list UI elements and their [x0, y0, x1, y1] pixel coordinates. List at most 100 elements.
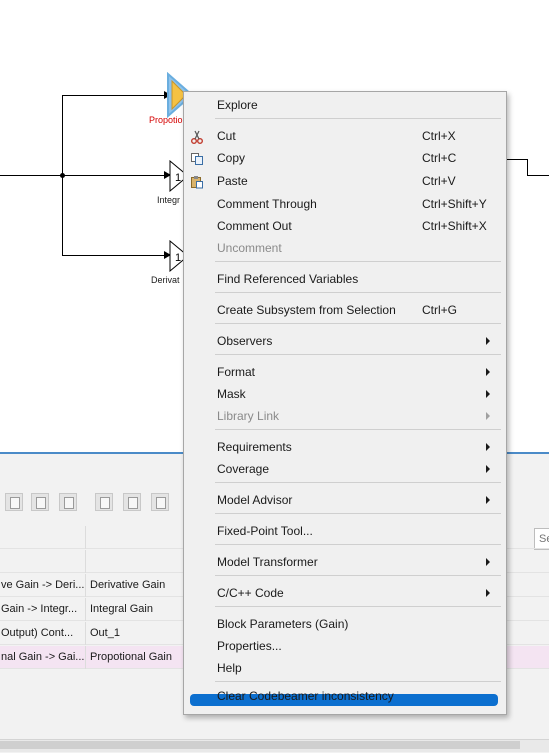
menu-item-label: Comment Through [217, 197, 317, 211]
menu-item-label: Mask [217, 387, 246, 401]
menu-item-label: Find Referenced Variables [217, 272, 359, 286]
block-label-proportional: Propotio [149, 115, 183, 125]
menu-item-label: Format [217, 365, 256, 379]
menu-item-label: Create Subsystem from Selection [217, 303, 396, 317]
menu-separator [215, 681, 501, 682]
signal-line-proportional[interactable] [62, 95, 166, 96]
outdent-icon[interactable] [151, 493, 169, 511]
integral-gain-value: 1 [175, 172, 181, 184]
menu-item-label: Copy [217, 151, 246, 165]
source-cell: ve Gain -> Deri... [0, 574, 86, 597]
submenu-arrow-icon [486, 368, 490, 376]
menu-item-label: Explore [217, 98, 258, 112]
menu-item-clear-codebeamer-inconsistency[interactable]: Clear Codebeamer inconsistency [190, 690, 498, 706]
menu-item-label: Properties... [217, 639, 282, 653]
submenu-arrow-icon [486, 465, 490, 473]
menu-item-model-transformer[interactable]: Model Transformer [184, 551, 506, 573]
name-cell: Out_1 [90, 627, 120, 639]
menu-item-shortcut: Ctrl+Shift+X [422, 219, 487, 233]
menu-item-create-subsystem-from-selection[interactable]: Create Subsystem from Selection Ctrl+G [184, 299, 506, 321]
menu-item-label: Block Parameters (Gain) [217, 617, 349, 631]
name-cell: Propotional Gain [90, 651, 172, 663]
block-context-menu: Explore Cut Ctrl+X Copy Ctrl+C Paste Ctrl+V Com… [183, 91, 507, 715]
menu-separator [215, 292, 501, 293]
menu-separator [215, 118, 501, 119]
submenu-arrow-icon [486, 589, 490, 597]
name-cell [86, 526, 186, 549]
source-cell: Output) Cont... [0, 622, 86, 645]
signal-line-output-down[interactable] [527, 159, 528, 175]
copy-icon [190, 151, 204, 165]
menu-item-help[interactable]: Help [184, 657, 506, 679]
add-icon[interactable] [5, 493, 23, 511]
menu-item-label: C/C++ Code [217, 586, 284, 600]
menu-item-shortcut: Ctrl+G [422, 303, 458, 317]
menu-item-library-link: Library Link [184, 405, 506, 427]
menu-item-find-referenced-variables[interactable]: Find Referenced Variables [184, 268, 506, 290]
submenu-arrow-icon [486, 443, 490, 451]
name-cell: Derivative Gain [90, 579, 166, 591]
new-row-icon[interactable] [95, 493, 113, 511]
menu-item-c-c-code[interactable]: C/C++ Code [184, 582, 506, 604]
menu-item-format[interactable]: Format [184, 361, 506, 383]
menu-item-properties[interactable]: Properties... [184, 635, 506, 657]
save-icon[interactable] [59, 493, 77, 511]
signal-line-derivative[interactable] [62, 255, 166, 256]
block-label-derivative: Derivat [151, 275, 180, 285]
block-label-integral: Integr [157, 195, 181, 205]
submenu-arrow-icon [486, 412, 490, 420]
menu-item-uncomment: Uncomment [184, 237, 506, 259]
menu-separator [215, 354, 501, 355]
menu-item-label: Clear Codebeamer inconsistency [217, 689, 394, 703]
menu-item-label: Comment Out [217, 219, 292, 233]
menu-item-cut[interactable]: Cut Ctrl+X [184, 125, 506, 147]
menu-item-label: Cut [217, 129, 236, 143]
horizontal-scrollbar[interactable] [0, 741, 520, 749]
source-cell: nal Gain -> Gai... [0, 646, 86, 669]
menu-separator [215, 261, 501, 262]
menu-item-paste[interactable]: Paste Ctrl+V [184, 170, 506, 192]
menu-item-fixed-point-tool[interactable]: Fixed-Point Tool... [184, 520, 506, 542]
menu-separator [215, 544, 501, 545]
menu-item-label: Paste [217, 174, 248, 188]
signal-line-output[interactable] [505, 159, 528, 160]
menu-item-model-advisor[interactable]: Model Advisor [184, 489, 506, 511]
menu-item-block-parameters-gain[interactable]: Block Parameters (Gain) [184, 613, 506, 635]
menu-item-shortcut: Ctrl+Shift+Y [422, 197, 487, 211]
source-cell: Gain -> Integr... [0, 598, 86, 621]
menu-item-requirements[interactable]: Requirements [184, 436, 506, 458]
indent-icon[interactable] [123, 493, 141, 511]
menu-item-label: Fixed-Point Tool... [217, 524, 313, 538]
submenu-arrow-icon [486, 390, 490, 398]
menu-item-observers[interactable]: Observers [184, 330, 506, 352]
menu-separator [215, 323, 501, 324]
menu-item-label: Model Transformer [217, 555, 318, 569]
menu-item-comment-through[interactable]: Comment Through Ctrl+Shift+Y [184, 193, 506, 215]
paste-icon [190, 174, 204, 189]
submenu-arrow-icon [486, 496, 490, 504]
menu-separator [215, 513, 501, 514]
source-cell [0, 526, 86, 549]
menu-separator [215, 482, 501, 483]
menu-item-explore[interactable]: Explore [184, 94, 506, 116]
menu-item-comment-out[interactable]: Comment Out Ctrl+Shift+X [184, 215, 506, 237]
menu-item-label: Uncomment [217, 241, 282, 255]
name-cell: Integral Gain [90, 603, 153, 615]
submenu-arrow-icon [486, 337, 490, 345]
menu-item-coverage[interactable]: Coverage [184, 458, 506, 480]
menu-item-label: Requirements [217, 440, 292, 454]
folder-icon[interactable] [31, 493, 49, 511]
derivative-gain-value: 1 [175, 252, 181, 264]
menu-item-shortcut: Ctrl+X [422, 129, 456, 143]
menu-item-shortcut: Ctrl+C [422, 151, 457, 165]
scissors-icon [190, 129, 204, 144]
menu-item-copy[interactable]: Copy Ctrl+C [184, 147, 506, 169]
menu-item-label: Help [217, 661, 242, 675]
menu-item-mask[interactable]: Mask [184, 383, 506, 405]
signal-line-integral[interactable] [62, 175, 166, 176]
menu-item-label: Model Advisor [217, 493, 293, 507]
menu-item-label: Coverage [217, 462, 270, 476]
signal-line-input[interactable] [0, 175, 63, 176]
signal-line-output-right[interactable] [527, 175, 549, 176]
menu-item-label: Library Link [217, 409, 280, 423]
